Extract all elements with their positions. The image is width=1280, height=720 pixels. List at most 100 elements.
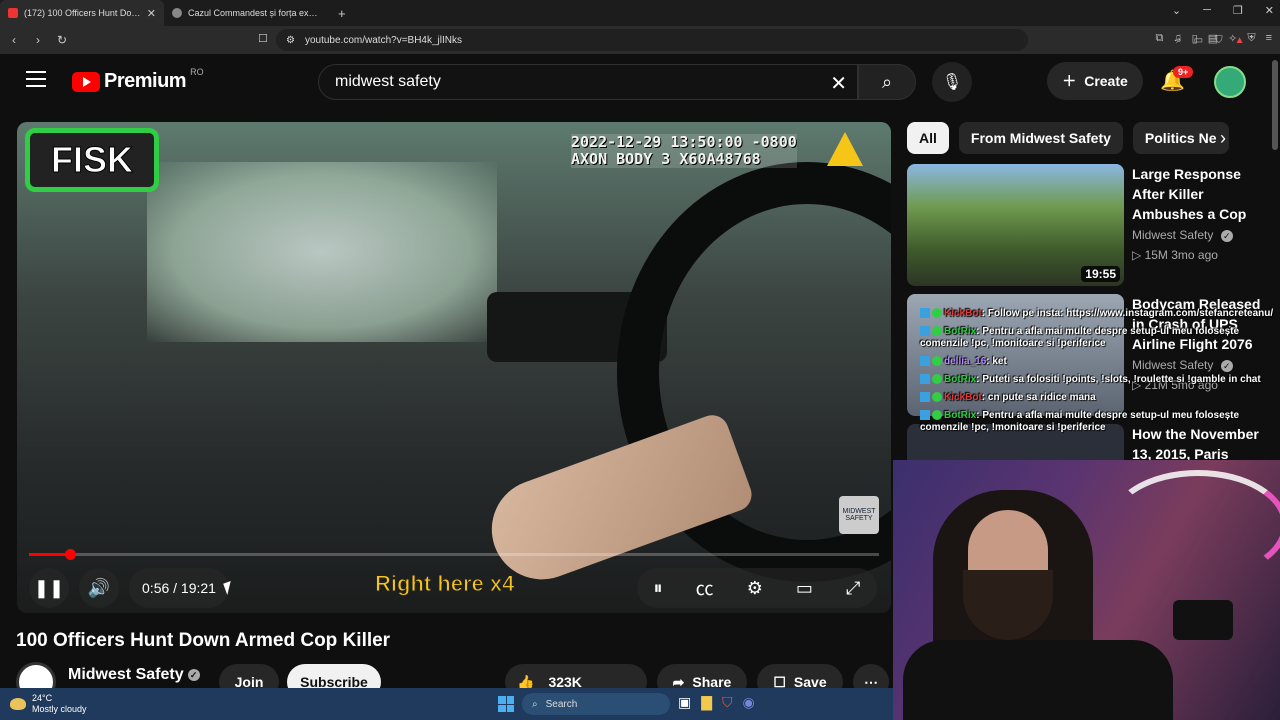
recommended-video[interactable]: 19:55 Large Response After Killer Ambush… (907, 164, 1267, 286)
back-icon[interactable]: ‹ (4, 33, 24, 47)
autoplay-toggle-icon[interactable]: ⏸ (654, 578, 663, 599)
progress-fill (29, 553, 70, 556)
file-explorer-icon[interactable]: ▇ (701, 694, 712, 711)
pause-icon: ❚❚ (33, 577, 65, 598)
restore-icon[interactable]: ❐ (1233, 4, 1243, 17)
recommended-channel[interactable]: Midwest Safety ✓ (1132, 228, 1267, 242)
notifications-badge: 9+ (1173, 66, 1194, 78)
fullscreen-icon[interactable]: ⤢ (846, 578, 860, 599)
volume-button[interactable]: 🔊 (79, 568, 119, 608)
brand-text: Premium (104, 70, 187, 92)
minimize-icon[interactable]: ─ (1203, 4, 1211, 17)
bookmark-icon[interactable]: ☐ (258, 32, 268, 45)
search-button[interactable]: ⌕ (858, 64, 916, 100)
time-display: 0:56 / 19:21 (129, 568, 229, 608)
video-thumbnail[interactable]: 19:55 (907, 164, 1124, 286)
microphone (1173, 600, 1233, 640)
tab-title: (172) 100 Officers Hunt Down (24, 8, 141, 18)
chat-username: BotRix (944, 374, 977, 385)
youtube-play-icon (72, 71, 100, 92)
timestamp-date: 2022-12-29 13:50:00 -0800 (571, 133, 797, 151)
theater-mode-icon[interactable]: ▭ (796, 578, 813, 599)
close-tab-icon[interactable]: ✕ (147, 7, 156, 20)
browser-tab-bar: (172) 100 Officers Hunt Down ✕ Cazul Com… (0, 0, 1280, 26)
driver-hand (477, 410, 757, 594)
tab-list-icon[interactable]: ⌄ (1172, 4, 1181, 17)
search-input[interactable]: midwest safety ✕ (318, 64, 858, 100)
close-window-icon[interactable]: ✕ (1265, 4, 1274, 17)
media-icon[interactable]: ♫ (1173, 32, 1181, 45)
taskbar-search-label: Search (545, 698, 578, 710)
weather-cloudy-icon (10, 698, 26, 710)
site-info-icon[interactable]: ⚙ (286, 35, 295, 46)
taskbar-search[interactable]: ⌕ Search (522, 693, 670, 715)
video-player[interactable]: FISK 2022-12-29 13:50:00 -0800 AXON BODY… (17, 122, 891, 613)
streamer-shirt (903, 640, 1173, 720)
window-controls: ⌄ ─ ❐ ✕ (1172, 4, 1274, 17)
hamburger-menu-icon[interactable] (26, 71, 46, 87)
chat-username: BotRix (944, 326, 977, 337)
scrubber-handle[interactable] (64, 549, 76, 560)
sidebar-icon[interactable]: ▯ (1192, 32, 1198, 45)
youtube-premium-logo[interactable]: Premium RO (72, 67, 204, 93)
verified-badge-icon (932, 356, 942, 367)
chat-message: BotRix: Pentru a afla mai multe despre s… (920, 410, 1240, 433)
reload-icon[interactable]: ↻ (52, 33, 72, 47)
ai-icon[interactable]: ✧ (1228, 32, 1237, 45)
recommended-meta: ▷ 15M 3mo ago (1132, 248, 1218, 262)
recommended-title[interactable]: Large Response After Killer Ambushes a C… (1132, 164, 1267, 224)
filter-chip-all[interactable]: All (907, 122, 949, 154)
address-toolbar: ‹ › ↻ ☐ ⚙ youtube.com/watch?v=BH4k_jlINk… (0, 26, 1280, 54)
youtube-favicon-icon (8, 8, 18, 18)
forward-icon[interactable]: › (28, 33, 48, 47)
channel-name[interactable]: Midwest Safety ✓ (68, 666, 200, 684)
windows-taskbar: 24°C Mostly cloudy ⌕ Search ▣ ▇ ⛉ ◉ (0, 688, 893, 720)
chat-username: BotRix (944, 410, 977, 421)
filter-chip-politics[interactable]: Politics Ne (1132, 122, 1229, 154)
browser-tab-youtube[interactable]: (172) 100 Officers Hunt Down ✕ (0, 0, 164, 26)
settings-icon[interactable]: ⚙ (747, 578, 763, 599)
wallet-icon[interactable]: ▤ (1208, 32, 1218, 45)
url-field[interactable]: ⚙ youtube.com/watch?v=BH4k_jlINks ⌕ ▭ ⛉ … (276, 29, 1244, 51)
verified-badge-icon (932, 326, 942, 337)
voice-search-button[interactable]: 🎙 (932, 62, 972, 102)
account-avatar[interactable] (1214, 66, 1246, 98)
verified-icon: ✓ (187, 668, 200, 681)
create-button[interactable]: ＋ Create (1047, 62, 1143, 100)
chevron-right-icon[interactable]: › (1220, 128, 1226, 149)
window-view (147, 162, 497, 342)
microphone-icon: 🎙 (941, 74, 963, 91)
vpn-icon[interactable]: ⛨ (1247, 32, 1255, 45)
channel-watermark[interactable]: MIDWEST SAFETY (839, 496, 879, 534)
pause-button[interactable]: ❚❚ (29, 568, 69, 608)
discord-icon[interactable]: ◉ (743, 694, 755, 711)
recommendation-filters: All From Midwest Safety Politics Ne (907, 122, 1229, 154)
subtitles-icon[interactable]: ㏄ (696, 575, 714, 601)
recommended-channel-text: Midwest Safety (1132, 228, 1214, 242)
brave-browser-icon[interactable]: ⛉ (722, 694, 733, 711)
progress-bar[interactable] (29, 549, 879, 560)
axon-logo-icon (827, 132, 863, 166)
search-value: midwest safety (335, 73, 441, 90)
chat-text: cn pute sa ridice mana (987, 392, 1096, 403)
tab-title: Cazul Commandest și forța excesivă (188, 8, 320, 18)
neon-light (1108, 470, 1280, 580)
new-tab-button[interactable]: + (338, 6, 346, 21)
menu-icon[interactable]: ≡ (1266, 32, 1272, 45)
video-title: 100 Officers Hunt Down Armed Cop Killer (16, 630, 391, 651)
badge-icon (920, 374, 930, 385)
extensions-icon[interactable]: ⧉ (1156, 32, 1164, 45)
windows-start-icon[interactable] (498, 696, 514, 712)
filter-chip-channel[interactable]: From Midwest Safety (958, 122, 1123, 154)
clear-search-icon[interactable]: ✕ (830, 71, 847, 96)
badge-icon (920, 410, 930, 421)
badge-icon (920, 326, 930, 337)
page-scrollbar[interactable] (1272, 60, 1278, 150)
browser-tab-article[interactable]: Cazul Commandest și forța excesivă (164, 0, 328, 26)
weather-widget[interactable]: 24°C Mostly cloudy (10, 693, 87, 715)
search-icon: ⌕ (532, 698, 538, 710)
task-view-icon[interactable]: ▣ (678, 694, 691, 711)
verified-icon: ✓ (1220, 229, 1233, 242)
chat-text: Puteti sa folositi !points, !slots, !rou… (982, 374, 1261, 385)
verified-badge-icon (932, 374, 942, 385)
